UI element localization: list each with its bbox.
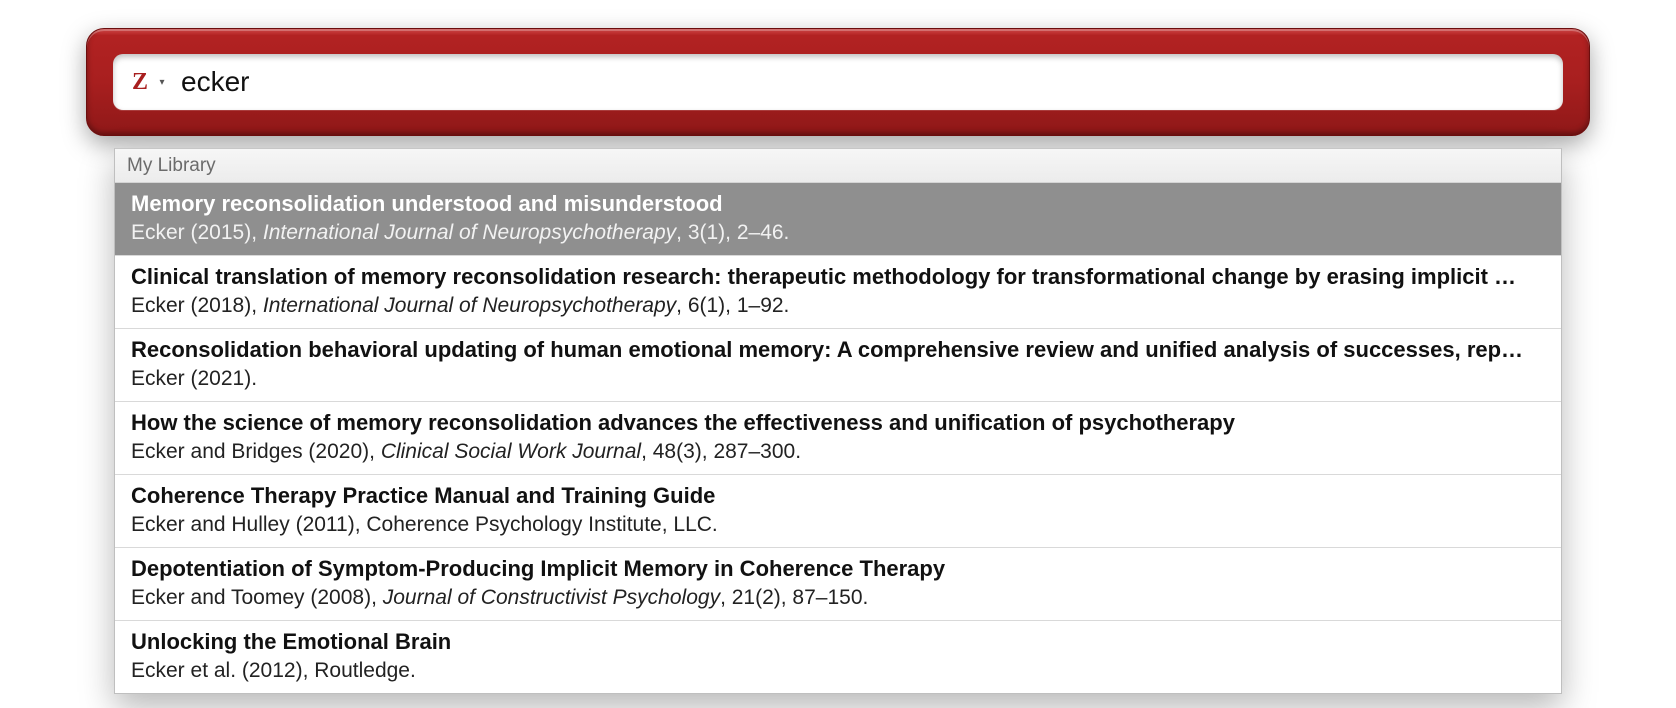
results-list: Memory reconsolidation understood and mi… [115, 183, 1561, 693]
result-title: Unlocking the Emotional Brain [131, 627, 1545, 657]
result-authors: Ecker and Bridges (2020) [131, 440, 369, 463]
result-item[interactable]: Coherence Therapy Practice Manual and Tr… [115, 475, 1561, 548]
citation-search-input[interactable] [177, 54, 1563, 110]
result-item[interactable]: How the science of memory reconsolidatio… [115, 402, 1561, 475]
result-journal: Clinical Social Work Journal [381, 440, 641, 463]
result-title: How the science of memory reconsolidatio… [131, 408, 1545, 438]
result-item[interactable]: Reconsolidation behavioral updating of h… [115, 329, 1561, 402]
result-subtitle: Ecker and Bridges (2020), Clinical Socia… [131, 438, 1545, 466]
result-title: Coherence Therapy Practice Manual and Tr… [131, 481, 1545, 511]
result-item[interactable]: Memory reconsolidation understood and mi… [115, 183, 1561, 256]
result-authors: Ecker and Toomey (2008) [131, 586, 371, 609]
source-dropdown-caret-icon[interactable]: ▾ [157, 77, 167, 87]
result-authors: Ecker and Hulley (2011), Coherence Psych… [131, 513, 718, 536]
result-authors: Ecker (2018) [131, 294, 251, 317]
result-subtitle: Ecker (2021). [131, 365, 1545, 393]
results-section-header: My Library [115, 149, 1561, 183]
result-journal: Journal of Constructivist Psychology [383, 586, 720, 609]
citation-search-bar: Z ▾ [86, 28, 1590, 136]
result-item[interactable]: Unlocking the Emotional BrainEcker et al… [115, 621, 1561, 693]
result-item[interactable]: Depotentiation of Symptom-Producing Impl… [115, 548, 1561, 621]
result-locator: 48(3), 287–300. [653, 440, 801, 463]
result-subtitle: Ecker (2018), International Journal of N… [131, 292, 1545, 320]
result-subtitle: Ecker and Toomey (2008), Journal of Cons… [131, 584, 1545, 612]
result-item[interactable]: Clinical translation of memory reconsoli… [115, 256, 1561, 329]
result-journal: International Journal of Neuropsychother… [263, 294, 676, 317]
search-results-panel: My Library Memory reconsolidation unders… [114, 148, 1562, 694]
result-subtitle: Ecker and Hulley (2011), Coherence Psych… [131, 511, 1545, 539]
result-locator: 6(1), 1–92. [688, 294, 790, 317]
result-title: Reconsolidation behavioral updating of h… [131, 335, 1545, 365]
result-locator: 21(2), 87–150. [732, 586, 869, 609]
zotero-logo-icon[interactable]: Z [127, 69, 153, 95]
result-journal: International Journal of Neuropsychother… [263, 221, 676, 244]
result-authors: Ecker et al. (2012), Routledge. [131, 659, 416, 682]
result-title: Memory reconsolidation understood and mi… [131, 189, 1545, 219]
result-locator: 3(1), 2–46. [688, 221, 790, 244]
result-title: Depotentiation of Symptom-Producing Impl… [131, 554, 1545, 584]
result-subtitle: Ecker et al. (2012), Routledge. [131, 657, 1545, 685]
result-authors: Ecker (2015) [131, 221, 251, 244]
result-subtitle: Ecker (2015), International Journal of N… [131, 219, 1545, 247]
result-title: Clinical translation of memory reconsoli… [131, 262, 1545, 292]
result-authors: Ecker (2021). [131, 367, 257, 390]
search-field-container: Z ▾ [113, 54, 1563, 110]
